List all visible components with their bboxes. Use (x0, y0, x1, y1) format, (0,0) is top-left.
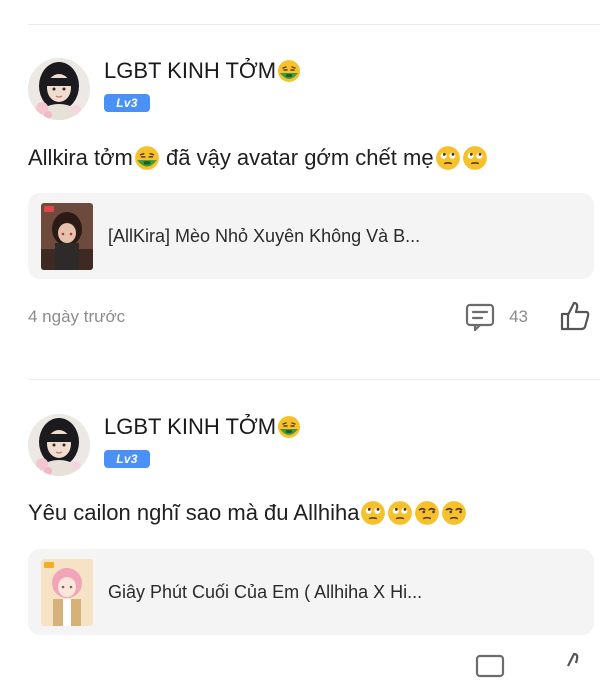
book-title: [AllKira] Mèo Nhỏ Xuyên Không Và B... (108, 225, 421, 246)
book-title: Giây Phút Cuối Của Em ( Allhiha X Hi... (108, 581, 423, 602)
book-cover-image (41, 203, 93, 270)
nauseated-face-icon (277, 59, 301, 83)
post-text: Yêu cailon nghĩ sao mà đu Allhiha (28, 500, 580, 526)
avatar-image (28, 414, 90, 476)
comment-count: 43 (509, 307, 528, 326)
post-text-part: đã vậy avatar gớm chết mẹ (159, 145, 434, 170)
linked-book-card[interactable]: Giây Phút Cuối Của Em ( Allhiha X Hi... (28, 549, 594, 635)
top-divider (28, 24, 600, 25)
comment-icon[interactable] (464, 301, 496, 333)
book-cover-image (41, 559, 93, 626)
thumbs-up-icon[interactable] (558, 299, 592, 333)
eye-roll-face-icon (435, 145, 461, 171)
eye-roll-face-icon (462, 145, 488, 171)
post-divider (28, 379, 600, 380)
author-name-label: LGBT KINH TỞM (104, 414, 277, 439)
comment-icon[interactable] (474, 652, 506, 684)
author-name-label: LGBT KINH TỞM (104, 58, 277, 83)
unamused-face-icon (441, 500, 467, 526)
post-meta: 4 ngày trước 43 (28, 297, 600, 337)
eye-roll-face-icon (387, 500, 413, 526)
nauseated-face-icon (277, 415, 301, 439)
linked-book-card[interactable]: [AllKira] Mèo Nhỏ Xuyên Không Và B... (28, 193, 594, 279)
avatar-image (28, 58, 90, 120)
avatar[interactable] (28, 414, 90, 476)
thumbs-up-icon[interactable] (558, 650, 592, 684)
nauseated-face-icon (134, 145, 160, 171)
post-text-part: Yêu cailon nghĩ sao mà đu Allhiha (28, 500, 360, 525)
avatar[interactable] (28, 58, 90, 120)
eye-roll-face-icon (360, 500, 386, 526)
level-badge: Lv3 (104, 94, 150, 112)
author-name[interactable]: LGBT KINH TỞM (104, 414, 301, 440)
level-badge: Lv3 (104, 450, 150, 468)
post-time: 4 ngày trước (28, 307, 126, 326)
post-text-part: Allkira tởm (28, 145, 133, 170)
post-text: Allkira tởm đã vậy avatar gớm chết mẹ (28, 145, 580, 171)
author-name[interactable]: LGBT KINH TỞM (104, 58, 301, 84)
unamused-face-icon (414, 500, 440, 526)
